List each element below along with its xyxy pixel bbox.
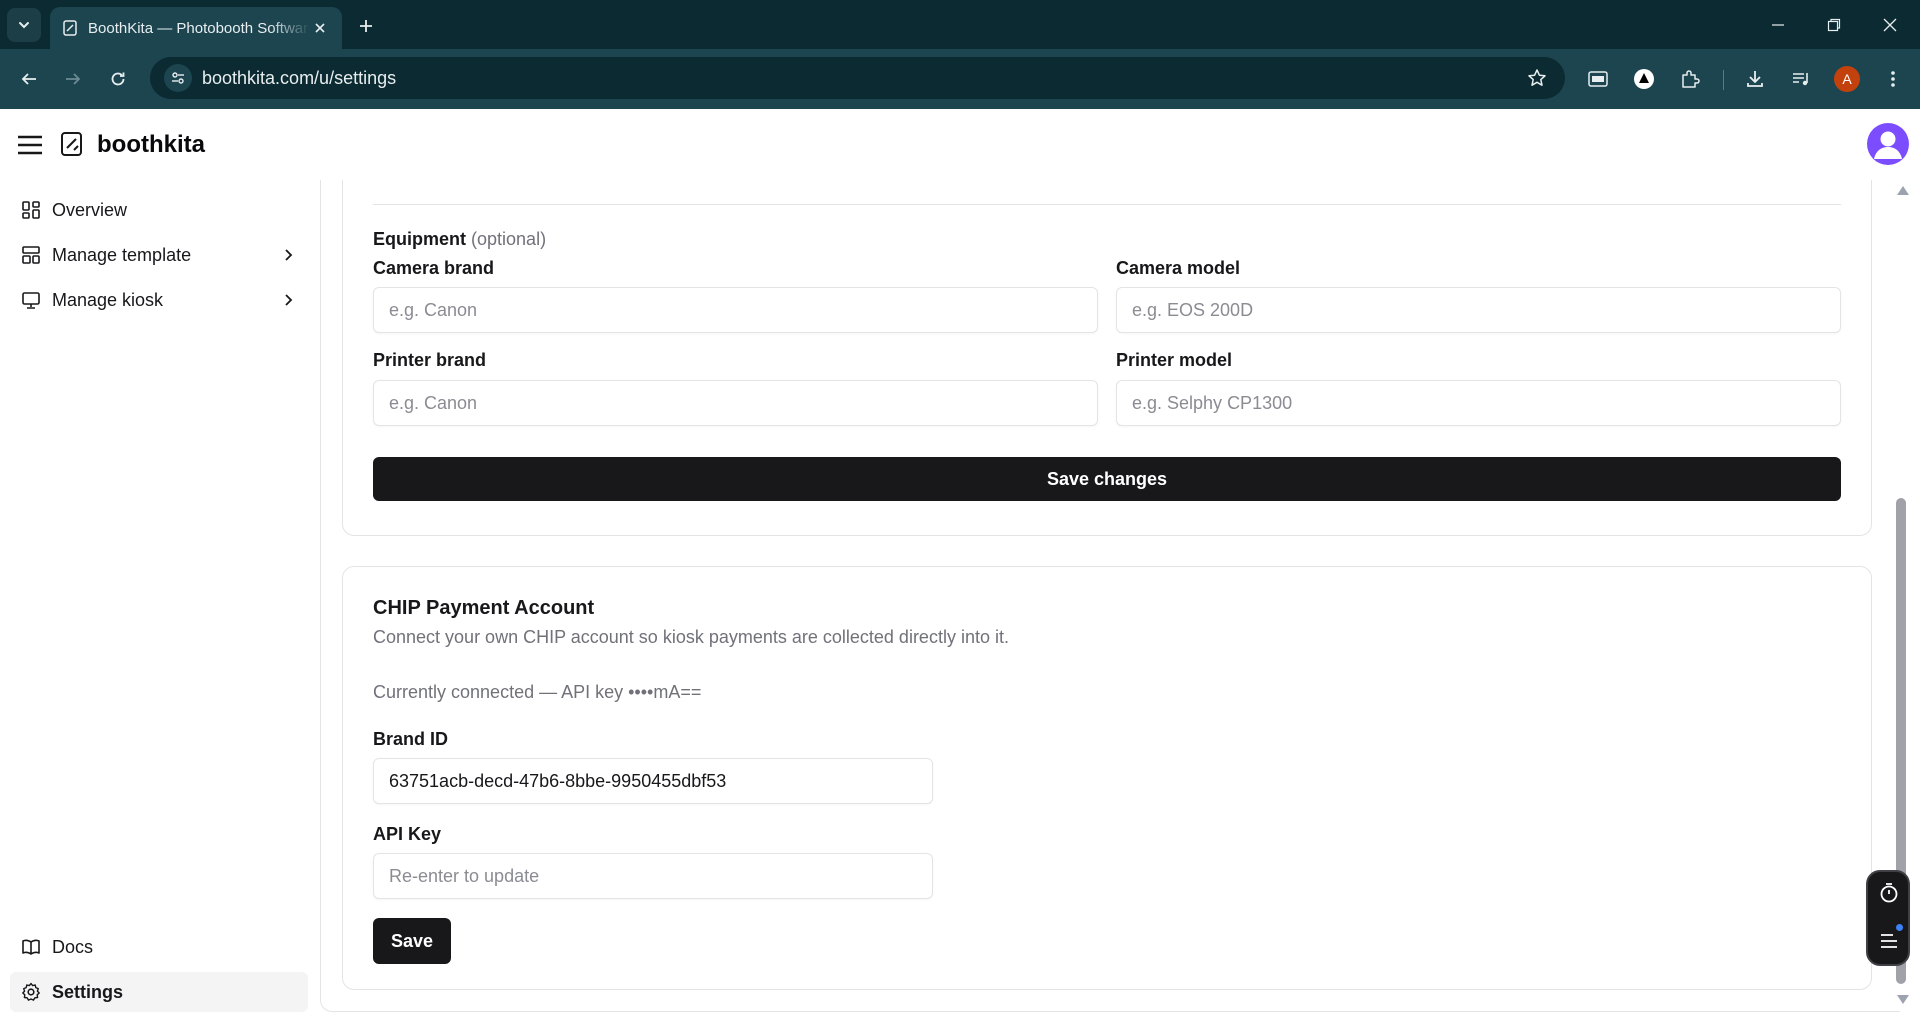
printer-model-input[interactable] (1116, 380, 1841, 426)
download-icon[interactable] (1740, 64, 1770, 94)
user-avatar[interactable] (1867, 123, 1909, 165)
camera-brand-input[interactable] (373, 287, 1098, 333)
arrow-right-icon (66, 73, 81, 85)
brand-id-input[interactable] (373, 758, 933, 804)
menu-toggle-button[interactable] (16, 131, 44, 159)
scroll-up-arrow[interactable] (1897, 186, 1909, 195)
tab-title: BoothKita — Photobooth Software (88, 19, 310, 37)
connection-status: Currently connected — API key ••••mA== (373, 682, 702, 702)
reload-icon (111, 72, 125, 86)
sidebar-item-settings[interactable]: Settings (10, 972, 308, 1012)
monitor-icon (20, 289, 42, 311)
equipment-title: Equipment (373, 229, 466, 249)
save-changes-button[interactable]: Save changes (373, 457, 1841, 501)
timer-icon[interactable] (1876, 880, 1902, 906)
sidebar-item-manage-template[interactable]: Manage template (10, 235, 308, 275)
camera-model-label: Camera model (1116, 258, 1241, 278)
floating-toolbar (1866, 870, 1910, 966)
app-brand[interactable]: boothkita (97, 131, 205, 159)
tab-search-button[interactable] (7, 8, 41, 42)
browser-tab-bar: BoothKita — Photobooth Software (0, 0, 1920, 49)
new-tab-button[interactable] (352, 12, 380, 40)
camera-model-input[interactable] (1116, 287, 1841, 333)
optional-hint: (optional) (471, 229, 547, 249)
site-info-icon[interactable] (164, 64, 192, 92)
sidebar-item-docs[interactable]: Docs (10, 927, 308, 967)
forward-button[interactable] (57, 63, 89, 95)
gear-icon (20, 981, 42, 1003)
browser-toolbar: boothkita.com/u/settings A (0, 49, 1920, 109)
hamburger-icon (18, 135, 42, 155)
sidebar-item-overview[interactable]: Overview (10, 190, 308, 230)
media-icon[interactable] (1583, 64, 1613, 94)
logo-icon (58, 130, 86, 158)
save-button[interactable]: Save (373, 918, 451, 964)
profile-settings-card: Equipment (optional) Camera brand Camera… (342, 180, 1872, 536)
sidebar-item-label: Docs (52, 936, 94, 957)
api-key-label: API Key (373, 824, 442, 844)
notification-dot (1896, 924, 1903, 931)
book-icon (20, 936, 42, 958)
back-button[interactable] (13, 63, 45, 95)
url-text: boothkita.com/u/settings (202, 67, 397, 88)
profile-avatar: A (1834, 66, 1860, 92)
printer-brand-input[interactable] (373, 380, 1098, 426)
scroll-down-arrow[interactable] (1897, 995, 1909, 1004)
chip-card-title: CHIP Payment Account (373, 597, 595, 619)
chevron-right-icon (276, 288, 300, 312)
browser-menu-icon[interactable] (1878, 64, 1908, 94)
camera-brand-label: Camera brand (373, 258, 495, 278)
arrow-left-icon (21, 73, 36, 85)
main-content: Equipment (optional) Camera brand Camera… (320, 180, 1900, 1012)
sidebar: Overview Manage template Manage kiosk Do… (0, 180, 320, 1020)
profile-button[interactable]: A (1832, 64, 1862, 94)
restore-icon (1827, 18, 1841, 31)
sidebar-item-label: Overview (52, 199, 128, 220)
address-bar[interactable]: boothkita.com/u/settings (150, 57, 1565, 99)
media-queue-icon[interactable] (1786, 64, 1816, 94)
chevron-down-icon (19, 22, 29, 29)
equipment-heading: Equipment (optional) (373, 229, 546, 250)
app-header: boothkita (0, 109, 1920, 180)
chip-payment-card: CHIP Payment Account Connect your own CH… (342, 566, 1872, 990)
restore-button[interactable] (1806, 0, 1862, 49)
close-icon (1883, 18, 1897, 31)
grid-icon (20, 199, 42, 221)
minimize-button[interactable] (1750, 0, 1806, 49)
bookmark-star-icon[interactable] (1523, 64, 1551, 92)
page-favicon-icon (63, 20, 77, 36)
extension-triangle-icon[interactable] (1629, 64, 1659, 94)
layout-icon (20, 244, 42, 266)
sidebar-item-label: Manage template (52, 244, 192, 265)
tab-close-icon[interactable] (310, 18, 330, 38)
section-divider (373, 204, 1841, 205)
list-icon[interactable] (1876, 928, 1902, 954)
brand-id-label: Brand ID (373, 729, 449, 749)
sidebar-item-label: Settings (52, 981, 124, 1002)
chevron-right-icon (276, 243, 300, 267)
browser-tab[interactable]: BoothKita — Photobooth Software (50, 7, 342, 49)
minimize-icon (1772, 23, 1784, 26)
plus-icon (360, 20, 372, 32)
printer-model-label: Printer model (1116, 350, 1233, 370)
extensions-puzzle-icon[interactable] (1675, 64, 1705, 94)
sidebar-item-label: Manage kiosk (52, 289, 164, 310)
printer-brand-label: Printer brand (373, 350, 487, 370)
user-icon (1874, 131, 1902, 159)
sidebar-item-manage-kiosk[interactable]: Manage kiosk (10, 280, 308, 320)
chip-card-description: Connect your own CHIP account so kiosk p… (373, 627, 1009, 647)
api-key-input[interactable] (373, 853, 933, 899)
close-window-button[interactable] (1862, 0, 1918, 49)
reload-button[interactable] (102, 63, 134, 95)
toolbar-divider (1723, 70, 1724, 90)
